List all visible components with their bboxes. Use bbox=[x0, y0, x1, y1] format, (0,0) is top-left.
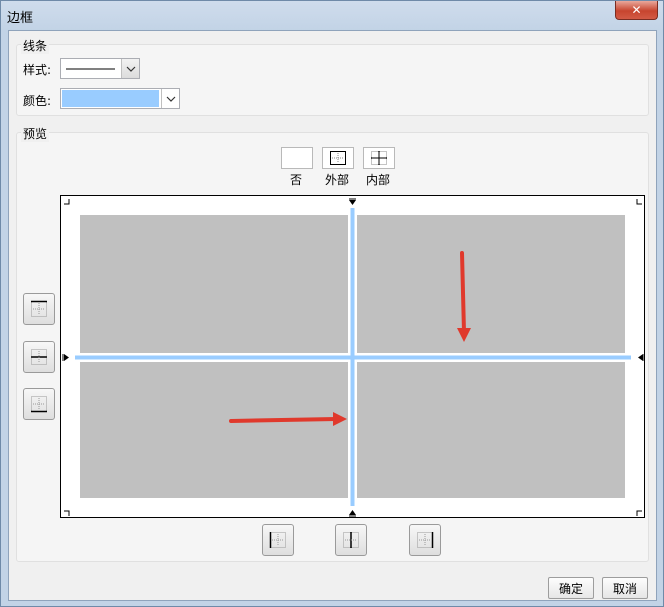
bottom-border-button[interactable] bbox=[23, 388, 55, 420]
no-border-icon bbox=[287, 151, 307, 165]
inside-border-icon bbox=[371, 151, 387, 165]
annotation-arrow-down bbox=[457, 251, 471, 342]
border-top-icon bbox=[31, 300, 47, 317]
border-left-icon bbox=[269, 532, 286, 548]
line-group-label: 线条 bbox=[21, 37, 50, 54]
preview-group-label: 预览 bbox=[21, 125, 50, 142]
top-border-button[interactable] bbox=[23, 293, 55, 325]
dialog-title: 边框 bbox=[7, 11, 34, 26]
preset-outside-button[interactable] bbox=[322, 147, 354, 169]
chevron-down-icon bbox=[166, 96, 175, 102]
outside-border-icon bbox=[330, 151, 346, 165]
border-preview-canvas[interactable] bbox=[60, 195, 645, 518]
close-icon: ✕ bbox=[631, 3, 642, 17]
border-right-icon bbox=[417, 532, 434, 548]
border-vertical-icon bbox=[343, 532, 359, 548]
line-style-dropdown-button[interactable] bbox=[121, 59, 139, 78]
preview-overlay bbox=[62, 198, 645, 517]
vertical-inside-border-button[interactable] bbox=[335, 524, 367, 556]
dialog-client: 线条 样式: 颜色: 预览 否 外部 内部 确定 取消 bbox=[8, 30, 657, 601]
border-dialog: 边框 ✕ 线条 样式: 颜色: 预览 否 外部 内部 确定 取消 bbox=[0, 0, 664, 607]
preset-inside-label: 内部 bbox=[366, 173, 391, 187]
preset-none-label: 否 bbox=[290, 173, 303, 187]
line-color-dropdown-button[interactable] bbox=[161, 89, 179, 108]
color-label: 颜色: bbox=[23, 94, 52, 108]
style-label: 样式: bbox=[23, 63, 52, 77]
solid-line-swatch bbox=[66, 68, 115, 70]
border-bottom-icon bbox=[31, 396, 47, 413]
preset-outside-label: 外部 bbox=[325, 173, 350, 187]
chevron-down-icon bbox=[126, 66, 135, 72]
preset-inside-button[interactable] bbox=[363, 147, 395, 169]
right-border-button[interactable] bbox=[409, 524, 441, 556]
close-button[interactable]: ✕ bbox=[615, 1, 658, 20]
line-color-select[interactable] bbox=[60, 88, 180, 109]
ok-button[interactable]: 确定 bbox=[548, 577, 594, 599]
color-swatch bbox=[62, 90, 159, 107]
preset-none-button[interactable] bbox=[281, 147, 313, 169]
border-horizontal-icon bbox=[31, 349, 47, 365]
horizontal-inside-border-button[interactable] bbox=[23, 341, 55, 373]
title-bar[interactable]: 边框 ✕ bbox=[1, 1, 663, 30]
annotation-arrow-right bbox=[229, 412, 347, 426]
cancel-button[interactable]: 取消 bbox=[602, 577, 648, 599]
left-border-button[interactable] bbox=[262, 524, 294, 556]
line-style-select[interactable] bbox=[60, 58, 140, 79]
